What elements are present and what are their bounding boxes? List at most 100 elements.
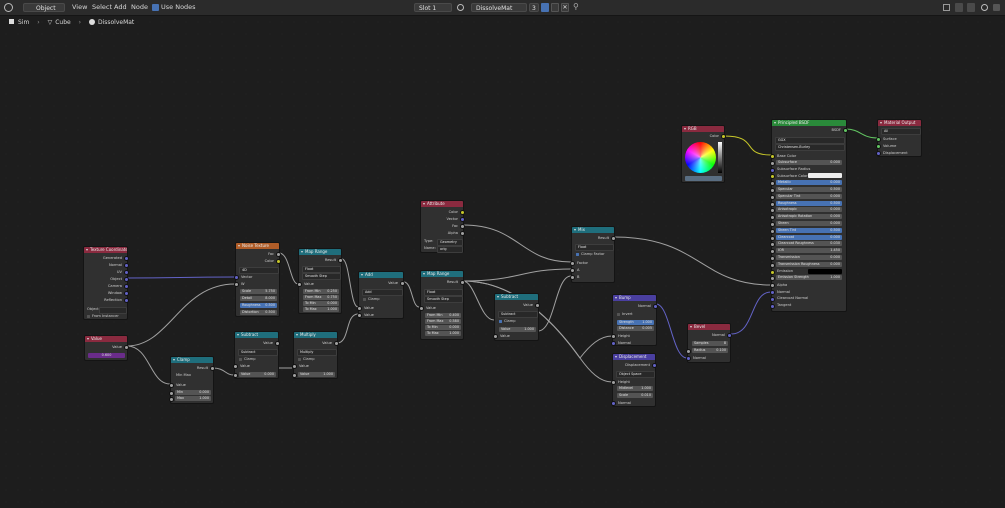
target-dropdown[interactable]: All <box>881 128 921 135</box>
socket-output[interactable] <box>124 284 129 289</box>
socket-output[interactable] <box>535 303 540 308</box>
socket-input[interactable] <box>770 167 775 173</box>
node-map-range-2[interactable]: Map Range Result Float Smooth Step Value… <box>419 270 465 340</box>
clearcoat-roughness-field[interactable]: Clearcoat Roughness 0.030 <box>776 241 842 247</box>
socket-output[interactable] <box>124 345 129 350</box>
anisotropic-field[interactable]: Anisotropic 0.000 <box>776 207 842 213</box>
socket-input[interactable] <box>770 276 775 282</box>
node-texture-coordinate[interactable]: Texture Coordinate Generated Normal UV O… <box>83 246 129 320</box>
node-header[interactable]: Clamp <box>171 357 213 363</box>
socket-input[interactable] <box>493 334 498 339</box>
clamp-checkbox[interactable] <box>239 358 242 361</box>
interpolation-dropdown[interactable]: Smooth Step <box>424 296 463 303</box>
distance-field[interactable]: Distance 0.005 <box>617 326 654 331</box>
socket-output[interactable] <box>124 256 129 261</box>
socket-input[interactable] <box>357 306 362 311</box>
scale-field[interactable]: Scale 0.010 <box>617 393 653 398</box>
node-material-output[interactable]: Material Output All Surface Volume Displ… <box>876 119 922 157</box>
socket-input[interactable] <box>686 356 691 361</box>
socket-input[interactable] <box>770 160 775 166</box>
node-header[interactable]: Material Output <box>878 120 921 126</box>
node-attribute[interactable]: Attribute Color Vector Fac Alpha Type: G… <box>420 200 465 253</box>
node-bump[interactable]: Bump Normal Invert Strength 1.000 Distanc… <box>611 294 658 346</box>
value-field[interactable]: Value 1.000 <box>298 372 335 377</box>
socket-input[interactable] <box>770 174 775 180</box>
subsurface-method-dropdown[interactable]: Christensen-Burley <box>775 144 845 151</box>
socket-input[interactable] <box>169 397 174 402</box>
socket-output[interactable] <box>460 210 465 215</box>
to-max-field[interactable]: To Max 1.000 <box>303 307 339 312</box>
anisotropic-rotation-field[interactable]: Anisotropic Rotation 0.000 <box>776 214 842 220</box>
operation-dropdown[interactable]: Subtract <box>498 311 538 318</box>
socket-input[interactable] <box>770 201 775 207</box>
socket-output[interactable] <box>727 333 732 338</box>
socket-input[interactable] <box>770 188 775 193</box>
node-noise-texture[interactable]: Noise Texture Fac Color 4D Vector W Scal… <box>234 242 281 317</box>
socket-input[interactable] <box>876 137 881 142</box>
clamp-checkbox[interactable] <box>298 358 301 361</box>
socket-input[interactable] <box>233 364 238 369</box>
socket-input[interactable] <box>876 144 881 149</box>
specular-field[interactable]: Specular 0.500 <box>776 187 842 192</box>
socket-input[interactable] <box>611 401 616 406</box>
from-instancer-checkbox[interactable] <box>87 315 90 318</box>
node-rgb[interactable]: RGB Color <box>681 125 726 183</box>
roughness-field[interactable]: Roughness 0.500 <box>240 303 277 308</box>
socket-output[interactable] <box>721 134 726 139</box>
socket-input[interactable] <box>234 275 239 280</box>
socket-output[interactable] <box>460 280 465 285</box>
name-field[interactable]: orig <box>437 246 463 253</box>
socket-input[interactable] <box>686 349 691 354</box>
value-field[interactable]: Value 1.000 <box>499 327 536 332</box>
socket-input[interactable] <box>770 154 775 159</box>
socket-output[interactable] <box>124 291 129 296</box>
socket-input[interactable] <box>234 282 239 287</box>
subsurface-color-swatch[interactable] <box>808 173 842 179</box>
value-field[interactable]: Value 0.000 <box>239 372 276 377</box>
space-dropdown[interactable]: Object Space <box>616 371 655 378</box>
socket-output[interactable] <box>124 277 129 282</box>
socket-output[interactable] <box>611 236 616 241</box>
ior-field[interactable]: IOR 1.450 <box>776 248 842 254</box>
node-subtract-2[interactable]: Subtract Value Subtract Clamp Value 1.000… <box>493 293 540 341</box>
socket-input[interactable] <box>611 341 616 346</box>
node-header[interactable]: Subtract <box>235 332 278 338</box>
socket-input[interactable] <box>770 269 775 275</box>
socket-output[interactable] <box>210 366 215 371</box>
max-field[interactable]: Max 1.000 <box>175 396 211 401</box>
socket-output[interactable] <box>653 304 658 309</box>
from-max-field[interactable]: From Max 0.750 <box>303 295 339 300</box>
node-header[interactable]: Texture Coordinate <box>84 247 127 253</box>
socket-input[interactable] <box>292 373 297 378</box>
from-min-field[interactable]: From Min 0.400 <box>425 313 461 318</box>
socket-output[interactable] <box>276 252 281 257</box>
operation-dropdown[interactable]: Subtract <box>238 349 278 356</box>
socket-output[interactable] <box>460 217 465 222</box>
interpolation-dropdown[interactable]: Smooth Step <box>302 273 341 280</box>
node-clamp[interactable]: Clamp Result Min Max Value Min 0.000 Max 1… <box>169 356 215 404</box>
transmission-roughness-field[interactable]: Transmission Roughness 0.000 <box>776 261 842 267</box>
socket-input[interactable] <box>357 313 362 318</box>
socket-input[interactable] <box>770 235 775 241</box>
scale-field[interactable]: Scale 5.750 <box>240 289 277 294</box>
value-field[interactable]: 0.600 <box>88 353 125 358</box>
socket-output[interactable] <box>843 128 848 133</box>
node-header[interactable]: Bevel <box>688 324 730 330</box>
socket-input[interactable] <box>292 364 297 369</box>
socket-output[interactable] <box>338 258 343 263</box>
strength-field[interactable]: Strength 1.000 <box>617 320 654 325</box>
socket-input[interactable] <box>770 208 775 214</box>
socket-input[interactable] <box>419 306 424 311</box>
node-header[interactable]: Displacement <box>613 354 655 360</box>
node-bevel[interactable]: Bevel Normal Samples 8 Radius 0.100 Normal <box>686 323 732 363</box>
socket-output[interactable] <box>124 270 129 275</box>
data-type-dropdown[interactable]: Float <box>424 289 463 296</box>
emission-swatch[interactable] <box>808 268 842 274</box>
socket-output[interactable] <box>124 298 129 303</box>
node-value[interactable]: Value Value 0.600 <box>84 335 129 361</box>
socket-output[interactable] <box>652 363 657 368</box>
transmission-field[interactable]: Transmission 0.000 <box>776 255 842 260</box>
socket-input[interactable] <box>770 283 775 289</box>
node-header[interactable]: Map Range <box>421 271 463 277</box>
socket-input[interactable] <box>770 290 775 295</box>
